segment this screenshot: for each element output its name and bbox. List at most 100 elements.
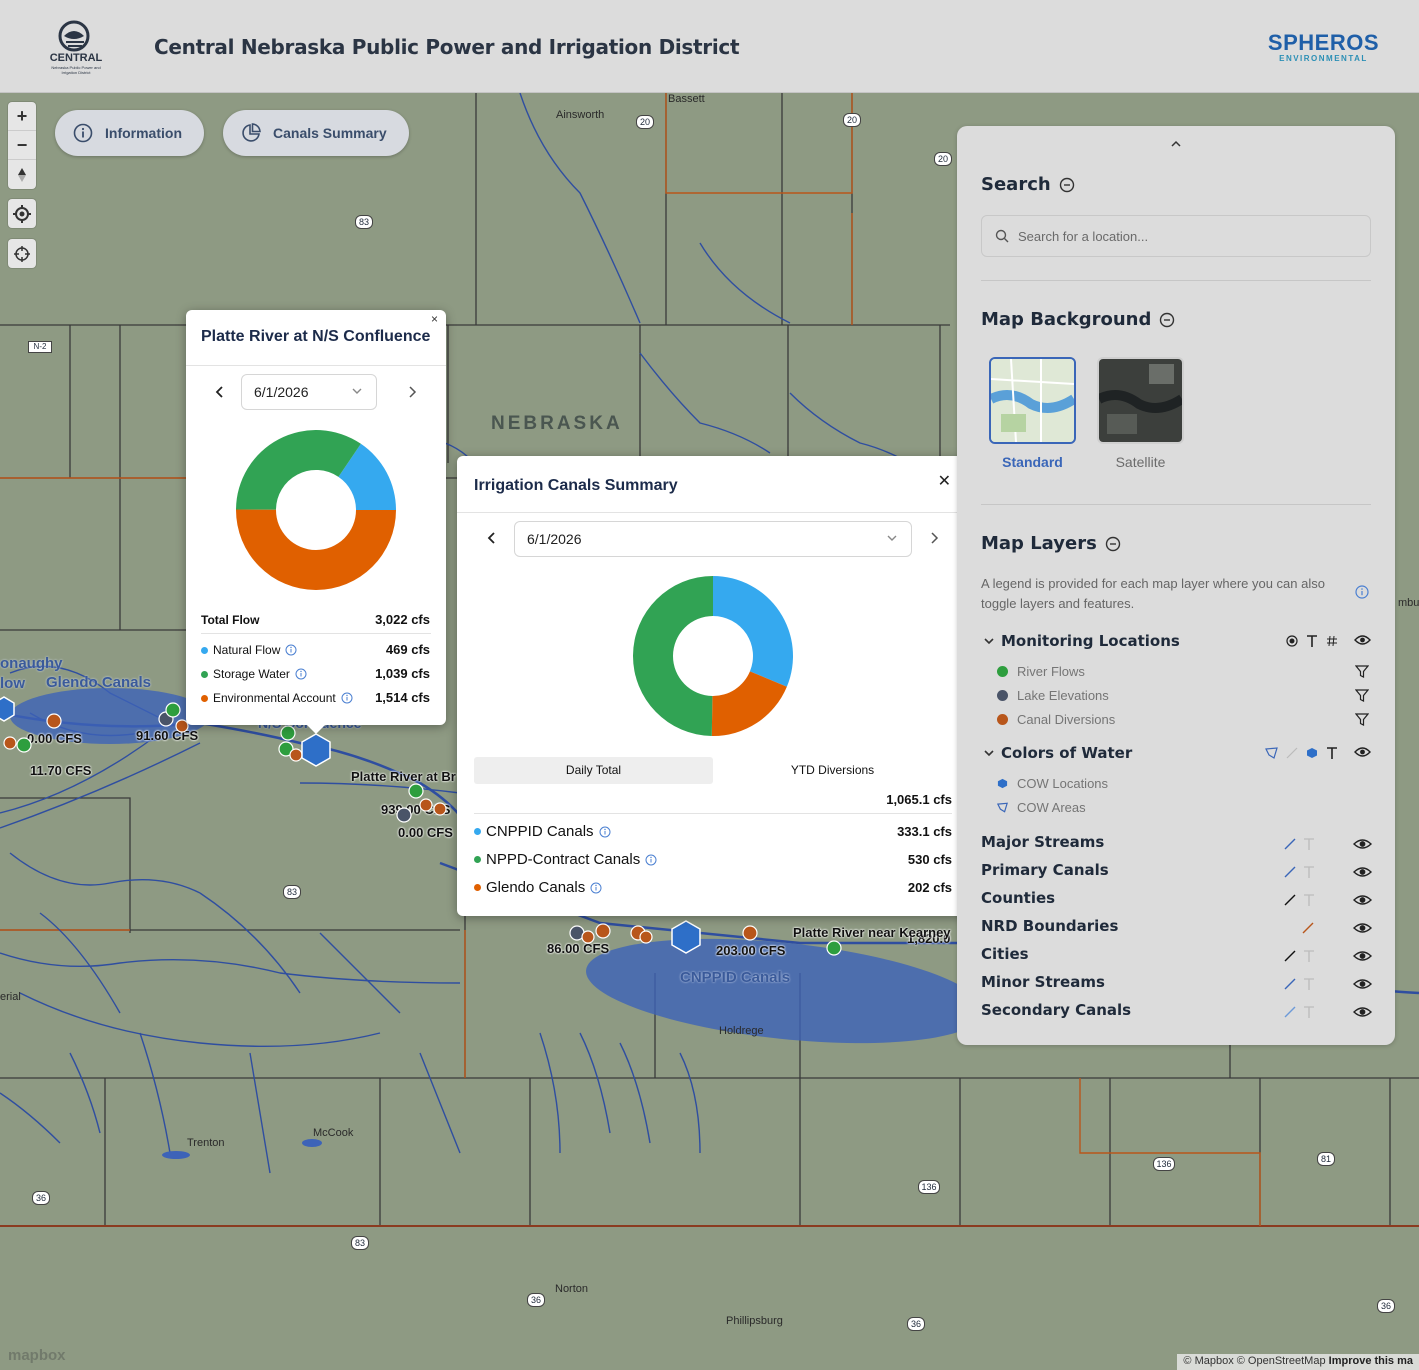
map-layers-description: A legend is provided for each map layer … bbox=[981, 576, 1325, 611]
polygon-style-icon[interactable] bbox=[1265, 747, 1278, 759]
layer-cities[interactable]: Cities bbox=[981, 945, 1029, 963]
info-icon[interactable] bbox=[1355, 585, 1369, 599]
search-section-header[interactable]: Search bbox=[981, 174, 1075, 195]
next-date-icon[interactable] bbox=[926, 530, 942, 546]
info-icon[interactable] bbox=[295, 668, 307, 680]
layer-nrd-boundaries[interactable]: NRD Boundaries bbox=[981, 917, 1118, 935]
collapse-section-icon[interactable] bbox=[1059, 177, 1075, 193]
canal-area-label: CNPPID Canals bbox=[680, 969, 791, 986]
prev-date-icon[interactable] bbox=[484, 530, 500, 546]
legend-value: 1,514 cfs bbox=[375, 690, 430, 705]
standard-background-label[interactable]: Standard bbox=[989, 454, 1076, 470]
mapbox-logo[interactable]: mapbox bbox=[8, 1347, 66, 1364]
legend-dot bbox=[201, 646, 208, 654]
info-icon[interactable] bbox=[645, 854, 657, 866]
info-icon[interactable] bbox=[599, 826, 611, 838]
tab-daily-total[interactable]: Daily Total bbox=[474, 757, 713, 784]
layer-primary-canals[interactable]: Primary Canals bbox=[981, 861, 1109, 879]
map-attribution[interactable]: © Mapbox © OpenStreetMap Improve this ma bbox=[1177, 1354, 1419, 1370]
canals-summary-button[interactable]: Canals Summary bbox=[223, 110, 409, 156]
hexagon-point-icon[interactable] bbox=[1306, 747, 1318, 759]
legend-label: Storage Water bbox=[213, 667, 290, 681]
improve-map-link[interactable]: Improve this ma bbox=[1329, 1355, 1413, 1367]
legend-value: 202 cfs bbox=[907, 880, 952, 895]
search-input[interactable]: Search for a location... bbox=[981, 215, 1371, 257]
cow-layer-controls bbox=[1265, 746, 1338, 760]
station-popup-close-icon[interactable]: × bbox=[431, 312, 438, 326]
layer-row-controls[interactable] bbox=[1277, 832, 1377, 1022]
zoom-out-button[interactable]: − bbox=[8, 131, 36, 160]
eye-icon[interactable] bbox=[1354, 634, 1371, 646]
map-background-section-header[interactable]: Map Background bbox=[981, 309, 1175, 330]
info-icon[interactable] bbox=[285, 644, 297, 656]
label-text-icon[interactable] bbox=[1326, 746, 1338, 760]
attribution-text[interactable]: © Mapbox © OpenStreetMap bbox=[1183, 1355, 1325, 1367]
collapse-section-icon[interactable] bbox=[1105, 536, 1121, 552]
filter-icon[interactable] bbox=[1355, 689, 1369, 702]
donut-slice-environmental-account[interactable] bbox=[236, 509, 396, 590]
legend-dot bbox=[474, 884, 481, 891]
layer-minor-streams[interactable]: Minor Streams bbox=[981, 973, 1105, 991]
spheros-logo-sub: ENVIRONMENTAL bbox=[1279, 54, 1368, 63]
next-date-icon[interactable] bbox=[404, 384, 420, 400]
collapse-panel-icon[interactable] bbox=[1168, 138, 1184, 148]
info-icon[interactable] bbox=[341, 692, 353, 704]
monitoring-locations-group[interactable]: Monitoring Locations bbox=[983, 632, 1180, 650]
route-shield: 20 bbox=[636, 115, 654, 129]
route-shield: 136 bbox=[1153, 1157, 1175, 1171]
spheros-logo[interactable]: SPHEROS ENVIRONMENTAL bbox=[1268, 30, 1379, 63]
route-shield: 20 bbox=[843, 113, 861, 127]
canal-area-label: Glendo Canals bbox=[46, 674, 152, 691]
eye-icons bbox=[1352, 839, 1373, 1017]
standard-background-thumbnail[interactable] bbox=[989, 357, 1076, 444]
filter-icon[interactable] bbox=[1355, 713, 1369, 726]
prev-date-icon[interactable] bbox=[212, 384, 228, 400]
lake bbox=[162, 1151, 190, 1159]
search-title: Search bbox=[981, 174, 1051, 195]
canals-date-select[interactable]: 6/1/2026 bbox=[514, 521, 912, 557]
legend-river-flows[interactable]: River Flows bbox=[997, 664, 1085, 679]
zoom-in-button[interactable]: + bbox=[8, 102, 36, 131]
layer-secondary-canals[interactable]: Secondary Canals bbox=[981, 1001, 1131, 1019]
legend-lake-elevations[interactable]: Lake Elevations bbox=[997, 688, 1109, 703]
zoom-controls: + − bbox=[8, 102, 36, 189]
tab-ytd-diversions[interactable]: YTD Diversions bbox=[713, 757, 952, 784]
eye-icon[interactable] bbox=[1354, 746, 1371, 758]
station-popup: Platte River at N/S Confluence × 6/1/202… bbox=[186, 310, 446, 734]
map-layers-section-header[interactable]: Map Layers bbox=[981, 533, 1121, 554]
layer-counties[interactable]: Counties bbox=[981, 889, 1055, 907]
donut-slice-cnppid-canals[interactable] bbox=[713, 576, 793, 687]
chevron-down-icon bbox=[984, 638, 994, 645]
crosshair-control bbox=[8, 239, 36, 268]
station-date-select[interactable]: 6/1/2026 bbox=[241, 374, 377, 410]
info-icon[interactable] bbox=[590, 882, 602, 894]
colors-of-water-group[interactable]: Colors of Water bbox=[983, 744, 1132, 762]
collapse-section-icon[interactable] bbox=[1159, 312, 1175, 328]
legend-cow-locations[interactable]: COW Locations bbox=[997, 776, 1108, 791]
information-button[interactable]: Information bbox=[55, 110, 204, 156]
map-background-title: Map Background bbox=[981, 309, 1152, 330]
cities-controls bbox=[1284, 950, 1314, 962]
label-text-icon[interactable] bbox=[1306, 634, 1318, 648]
central-logo[interactable]: CENTRAL Nebraska Public Power and Irriga… bbox=[44, 14, 108, 78]
crosshair-button[interactable] bbox=[8, 239, 36, 268]
point-style-icon[interactable] bbox=[1286, 635, 1298, 647]
layer-major-streams[interactable]: Major Streams bbox=[981, 833, 1104, 851]
line-style-icon[interactable] bbox=[1286, 747, 1298, 759]
satellite-background-thumbnail[interactable] bbox=[1097, 357, 1184, 444]
canals-popup-close-icon[interactable]: ✕ bbox=[938, 471, 951, 491]
satellite-background-label[interactable]: Satellite bbox=[1097, 454, 1184, 470]
filter-icon[interactable] bbox=[1355, 665, 1369, 678]
donut-slice-nppd-contract-canals[interactable] bbox=[633, 576, 713, 736]
compass-button[interactable] bbox=[8, 160, 36, 189]
geolocate-button[interactable] bbox=[8, 199, 36, 228]
legend-cow-areas[interactable]: COW Areas bbox=[997, 800, 1086, 815]
divider bbox=[457, 512, 969, 513]
value-label-icon[interactable] bbox=[1326, 635, 1338, 647]
chevron-down-icon bbox=[984, 750, 994, 757]
canal-area-label-partial: onaughy bbox=[0, 655, 63, 672]
legend-canal-diversions[interactable]: Canal Diversions bbox=[997, 712, 1115, 727]
route-shield: 81 bbox=[1317, 1152, 1335, 1166]
donut-slice-storage-water[interactable] bbox=[236, 430, 361, 510]
divider bbox=[981, 280, 1371, 281]
